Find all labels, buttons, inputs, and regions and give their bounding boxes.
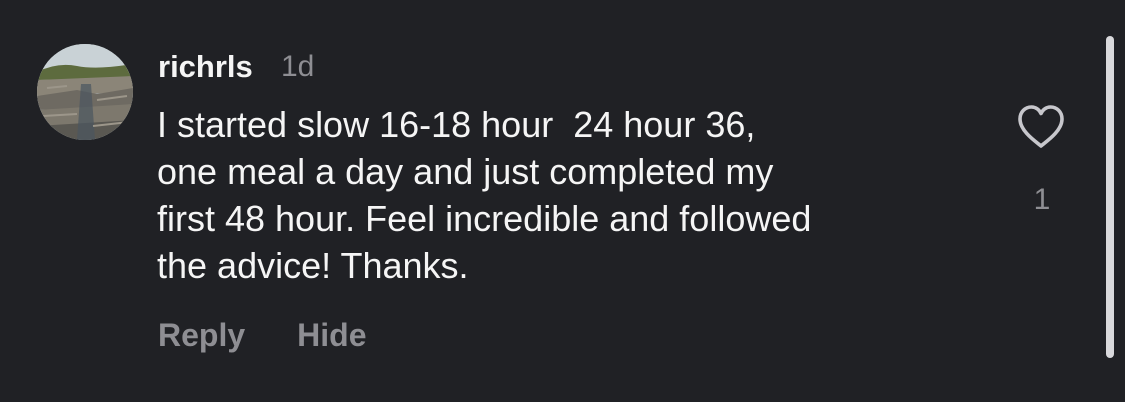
- reply-button[interactable]: Reply: [158, 314, 245, 356]
- comment-item: richrls 1d I started slow 16-18 hour 24 …: [0, 0, 1125, 402]
- like-count: 1: [1033, 183, 1051, 216]
- avatar[interactable]: [37, 44, 133, 140]
- comment-body-line: first 48 hour. Feel incredible and follo…: [157, 198, 812, 239]
- comment-username[interactable]: richrls: [158, 47, 253, 87]
- comment-body-line: one meal a day and just completed my: [157, 151, 774, 192]
- heart-outline-icon: [1018, 105, 1064, 148]
- avatar-photo-icon: [37, 44, 133, 140]
- like-button[interactable]: [1016, 104, 1066, 150]
- comment-body-line: the advice! Thanks.: [157, 245, 469, 286]
- comment-body: I started slow 16-18 hour 24 hour 36, on…: [157, 101, 977, 289]
- comment-actions: Reply Hide: [158, 314, 366, 356]
- scrollbar[interactable]: [1106, 36, 1114, 358]
- comment-body-line: I started slow 16-18 hour 24 hour 36,: [157, 104, 756, 145]
- hide-button[interactable]: Hide: [297, 314, 366, 356]
- comment-timestamp: 1d: [281, 50, 315, 83]
